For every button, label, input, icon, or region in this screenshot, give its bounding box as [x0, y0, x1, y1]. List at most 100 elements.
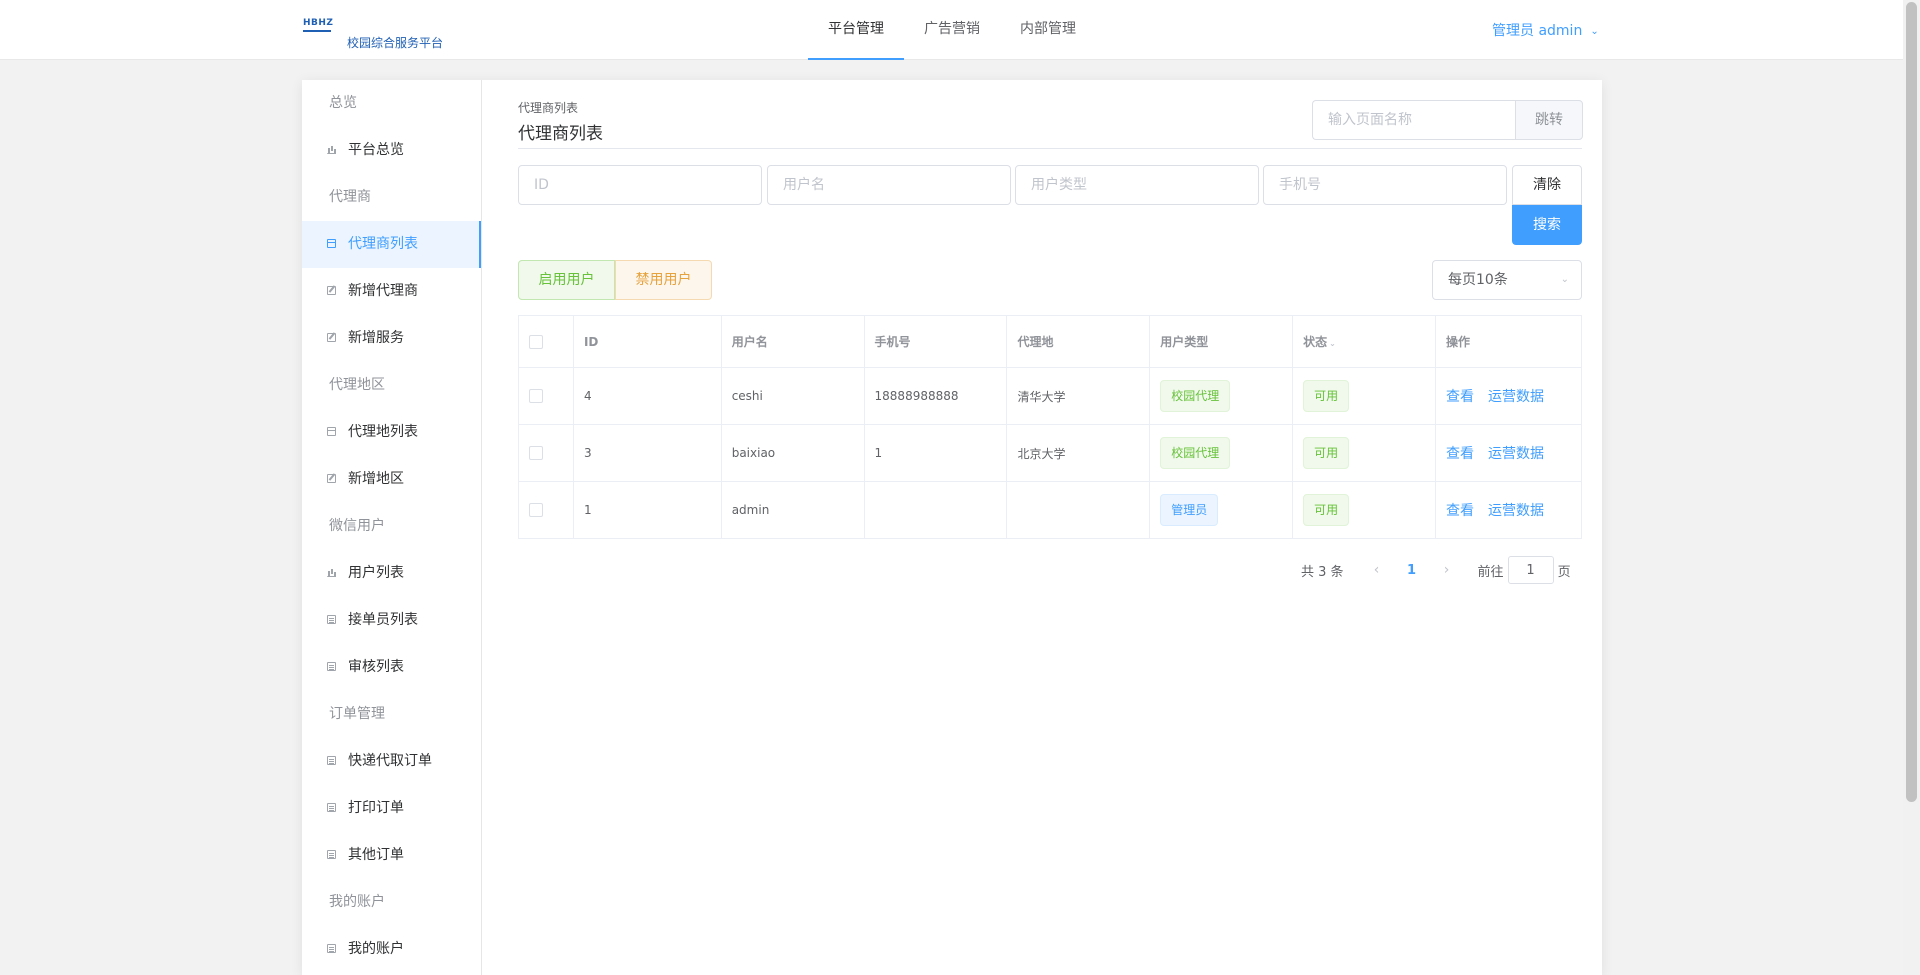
sidebar-group-agent: 代理商 — [329, 189, 371, 205]
sidebar-item-print-orders[interactable]: 打印订单 — [302, 785, 481, 832]
search-button[interactable]: 搜索 — [1512, 205, 1582, 245]
logo-mark: HBHZ — [303, 18, 334, 32]
sidebar: 总览 平台总览 代理商 代理商列表 新增代理商 新增服务 代理地区 代理地列表 … — [302, 80, 482, 975]
username-filter-input[interactable] — [767, 165, 1011, 205]
user-type-tag: 校园代理 — [1160, 437, 1231, 469]
nav-internal-management[interactable]: 内部管理 — [1000, 0, 1096, 60]
sort-caret-icon[interactable]: ⌄ — [1329, 339, 1336, 348]
sidebar-group-overview: 总览 — [329, 95, 357, 111]
cell-status: 可用 — [1292, 481, 1436, 539]
nav-platform-management[interactable]: 平台管理 — [808, 0, 904, 60]
cell-area — [1006, 481, 1151, 539]
cell-status: 可用 — [1292, 367, 1436, 425]
page-jump-input[interactable] — [1312, 100, 1515, 140]
enable-users-button[interactable]: 启用用户 — [518, 260, 615, 300]
chevron-right-icon[interactable]: › — [1432, 562, 1462, 578]
calendar-icon — [327, 238, 336, 248]
usertype-filter-input[interactable] — [1015, 165, 1259, 205]
sidebar-item-add-area[interactable]: 新增地区 — [302, 456, 481, 503]
column-header: 手机号 — [863, 315, 1008, 368]
sidebar-item-agent-list[interactable]: 代理商列表 — [302, 221, 481, 268]
chevron-down-icon: ⌄ — [1560, 274, 1569, 285]
sidebar-item-label: 平台总览 — [348, 142, 404, 158]
bar-chart-icon — [327, 568, 336, 577]
jump-button[interactable]: 跳转 — [1515, 100, 1583, 140]
sidebar-item-add-agent[interactable]: 新增代理商 — [302, 268, 481, 315]
sidebar-item-label: 新增服务 — [348, 330, 404, 346]
edit-icon — [327, 332, 336, 342]
sidebar-group-wechat-users: 微信用户 — [329, 518, 385, 534]
cell-id: 1 — [572, 481, 722, 539]
page-number[interactable]: 1 — [1392, 563, 1432, 578]
page-title: 代理商列表 — [518, 124, 603, 144]
sidebar-item-my-account[interactable]: 我的账户 — [302, 926, 481, 973]
goto-page-input[interactable] — [1507, 556, 1554, 584]
view-link[interactable]: 查看 — [1446, 446, 1474, 462]
sidebar-item-label: 接单员列表 — [348, 612, 418, 628]
page-scrollbar[interactable] — [1903, 0, 1920, 975]
sidebar-item-label: 审核列表 — [348, 659, 404, 675]
sidebar-item-label: 用户列表 — [348, 565, 404, 581]
page-size-select[interactable]: 每页10条 ⌄ — [1432, 260, 1582, 300]
select-all-checkbox[interactable] — [529, 334, 543, 349]
page-suffix-label: 页 — [1557, 564, 1571, 580]
column-header-label: 状态 — [1303, 335, 1328, 349]
disable-users-button[interactable]: 禁用用户 — [615, 260, 712, 300]
document-icon — [327, 849, 336, 859]
cell-area: 清华大学 — [1006, 367, 1151, 425]
edit-icon — [327, 285, 336, 295]
user-type-tag: 校园代理 — [1160, 380, 1231, 412]
table-row: 4 ceshi 18888988888 清华大学 校园代理 可用 查看 运营数据 — [518, 367, 1583, 425]
cell-actions: 查看 运营数据 — [1434, 367, 1583, 425]
sidebar-item-area-list[interactable]: 代理地列表 — [302, 409, 481, 456]
operations-data-link[interactable]: 运营数据 — [1488, 503, 1544, 519]
operations-data-link[interactable]: 运营数据 — [1488, 446, 1544, 462]
cell-status: 可用 — [1292, 424, 1436, 482]
scrollbar-thumb[interactable] — [1906, 2, 1917, 802]
chevron-left-icon[interactable]: ‹ — [1362, 562, 1392, 578]
row-checkbox[interactable] — [529, 503, 543, 518]
view-link[interactable]: 查看 — [1446, 389, 1474, 405]
row-checkbox[interactable] — [529, 389, 543, 404]
sidebar-item-label: 代理商列表 — [348, 236, 418, 252]
view-link[interactable]: 查看 — [1446, 503, 1474, 519]
sidebar-item-express-orders[interactable]: 快递代取订单 — [302, 738, 481, 785]
phone-filter-input[interactable] — [1263, 165, 1507, 205]
status-tag: 可用 — [1303, 494, 1350, 526]
sidebar-item-user-list[interactable]: 用户列表 — [302, 550, 481, 597]
pagination: 共 3 条 ‹ 1 › 前往 页 — [1301, 556, 1571, 584]
top-header: HBHZ 校园综合服务平台 平台管理 广告营销 内部管理 管理员 admin ⌄ — [0, 0, 1903, 60]
select-all-cell — [518, 315, 574, 368]
sidebar-item-platform-overview[interactable]: 平台总览 — [302, 127, 481, 174]
sidebar-item-review-list[interactable]: 审核列表 — [302, 644, 481, 691]
table-row: 1 admin 管理员 可用 查看 运营数据 — [518, 481, 1583, 539]
column-header: ID — [572, 315, 722, 368]
sidebar-item-add-service[interactable]: 新增服务 — [302, 315, 481, 362]
id-filter-input[interactable] — [518, 165, 762, 205]
logo[interactable]: HBHZ 校园综合服务平台 — [303, 18, 463, 52]
nav-ad-marketing[interactable]: 广告营销 — [904, 0, 1000, 60]
document-icon — [327, 943, 336, 953]
table-row: 3 baixiao 1 北京大学 校园代理 可用 查看 运营数据 — [518, 424, 1583, 482]
status-tag: 可用 — [1303, 437, 1350, 469]
row-checkbox[interactable] — [529, 446, 543, 461]
sidebar-group-agent-area: 代理地区 — [329, 377, 385, 393]
cell-type: 校园代理 — [1149, 424, 1294, 482]
operations-data-link[interactable]: 运营数据 — [1488, 389, 1544, 405]
sidebar-item-label: 我的账户 — [348, 941, 404, 957]
goto-label: 前往 — [1477, 564, 1504, 580]
edit-icon — [327, 473, 336, 483]
breadcrumb: 代理商列表 — [518, 101, 579, 115]
row-select-cell — [518, 481, 574, 539]
sidebar-item-other-orders[interactable]: 其他订单 — [302, 832, 481, 879]
document-icon — [327, 614, 336, 624]
clear-button[interactable]: 清除 — [1512, 165, 1582, 205]
sidebar-item-label: 打印订单 — [348, 800, 404, 816]
main-card: 总览 平台总览 代理商 代理商列表 新增代理商 新增服务 代理地区 代理地列表 … — [302, 80, 1602, 975]
user-menu[interactable]: 管理员 admin ⌄ — [1492, 20, 1599, 40]
user-name: 管理员 admin — [1492, 23, 1583, 39]
column-header: 用户类型 — [1149, 315, 1294, 368]
sidebar-item-courier-list[interactable]: 接单员列表 — [302, 597, 481, 644]
status-column-header[interactable]: 状态 ⌄ — [1292, 315, 1436, 368]
cell-actions: 查看 运营数据 — [1434, 424, 1583, 482]
